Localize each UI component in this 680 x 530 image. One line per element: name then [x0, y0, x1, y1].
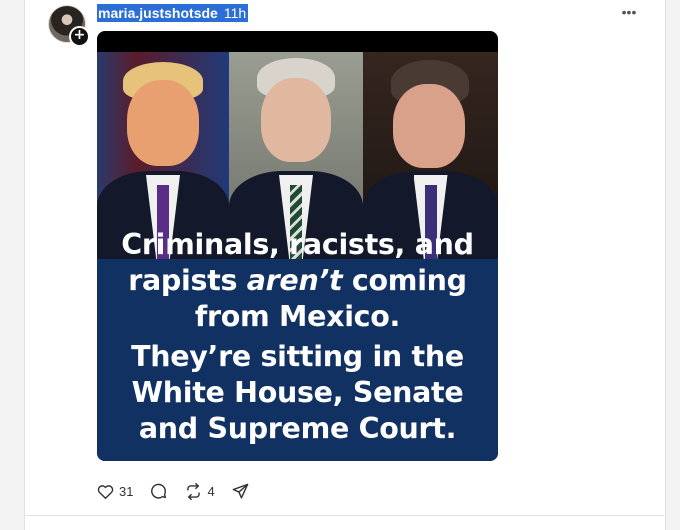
reply-button[interactable] [149, 482, 168, 501]
post-image[interactable]: Criminals, racists, and rapists aren’t c… [97, 31, 498, 461]
caption-line-5: White House, Senate [131, 376, 464, 409]
comment-icon [151, 483, 167, 499]
heart-icon [97, 484, 114, 499]
share-button[interactable] [231, 482, 250, 501]
post-timestamp[interactable]: 11h [219, 4, 249, 22]
repost-count: 4 [207, 483, 215, 499]
post-header: maria.justshotsde 11h [97, 3, 249, 23]
send-icon [232, 483, 249, 499]
caption-line-4: They’re sitting in the [131, 340, 464, 373]
image-caption: Criminals, racists, and rapists aren’t c… [97, 227, 498, 447]
repost-icon [187, 482, 201, 500]
avatar-container[interactable]: + [48, 5, 90, 47]
username-link[interactable]: maria.justshotsde [97, 4, 220, 22]
follow-plus-icon[interactable]: + [69, 26, 90, 47]
caption-line-6: and Supreme Court. [138, 412, 457, 445]
caption-line-1: Criminals, racists, and [121, 228, 474, 261]
like-count: 31 [119, 483, 134, 499]
more-horizontal-icon[interactable]: ••• [618, 4, 640, 20]
like-button[interactable]: 31 [96, 482, 133, 501]
repost-button[interactable]: 4 [184, 482, 215, 501]
post-actions: 31 4 [96, 481, 266, 501]
caption-line-3: from Mexico. [194, 300, 401, 333]
caption-line-2: rapists aren’t coming [128, 264, 467, 297]
post-divider [24, 515, 664, 516]
